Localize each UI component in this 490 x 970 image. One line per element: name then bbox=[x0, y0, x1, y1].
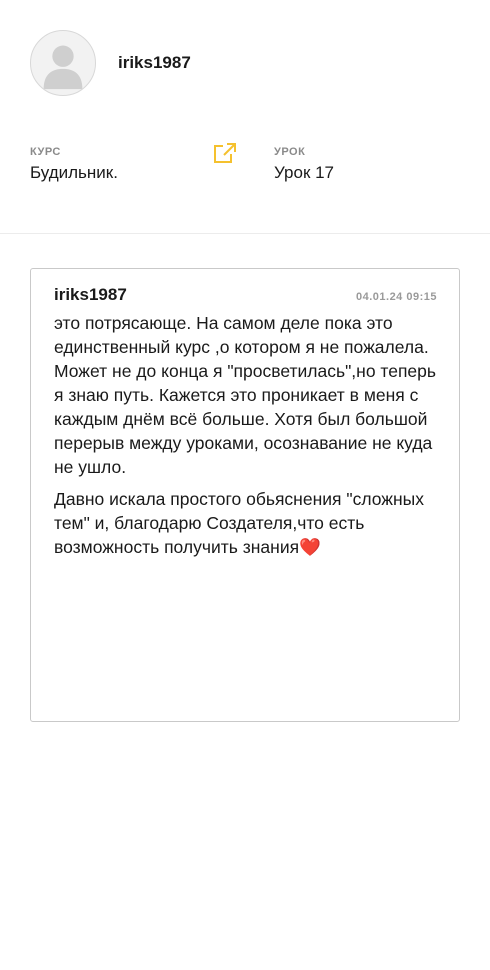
course-label: КУРС bbox=[30, 146, 61, 158]
comment-date: 04.01.24 09:15 bbox=[355, 291, 437, 303]
comment-paragraph-text: Давно искала простого обьяснения "сложны… bbox=[54, 489, 424, 557]
open-course-link[interactable] bbox=[213, 142, 237, 164]
comment-author[interactable]: iriks1987 bbox=[54, 285, 127, 305]
comment-card: iriks1987 04.01.24 09:15 это потрясающе.… bbox=[30, 268, 460, 722]
comment-header: iriks1987 04.01.24 09:15 bbox=[54, 285, 437, 305]
course-value: Будильник. bbox=[30, 163, 118, 182]
comment-paragraph: Давно искала простого обьяснения "сложны… bbox=[54, 487, 437, 559]
course-info: КУРС Будильник. bbox=[30, 146, 118, 183]
lesson-value: Урок 17 bbox=[274, 163, 335, 182]
external-link-icon bbox=[214, 143, 236, 163]
comment-body: это потрясающе. На самом деле пока это е… bbox=[54, 311, 437, 559]
profile-username[interactable]: iriks1987 bbox=[118, 53, 191, 73]
profile-header: iriks1987 bbox=[30, 30, 191, 96]
user-silhouette-icon bbox=[43, 45, 83, 90]
heart-icon: ❤️ bbox=[299, 537, 321, 557]
comment-paragraph: это потрясающе. На самом деле пока это е… bbox=[54, 313, 437, 477]
divider bbox=[0, 233, 490, 234]
lesson-info: УРОК Урок 17 bbox=[274, 146, 334, 183]
avatar[interactable] bbox=[30, 30, 96, 96]
lesson-label: УРОК bbox=[274, 146, 306, 158]
